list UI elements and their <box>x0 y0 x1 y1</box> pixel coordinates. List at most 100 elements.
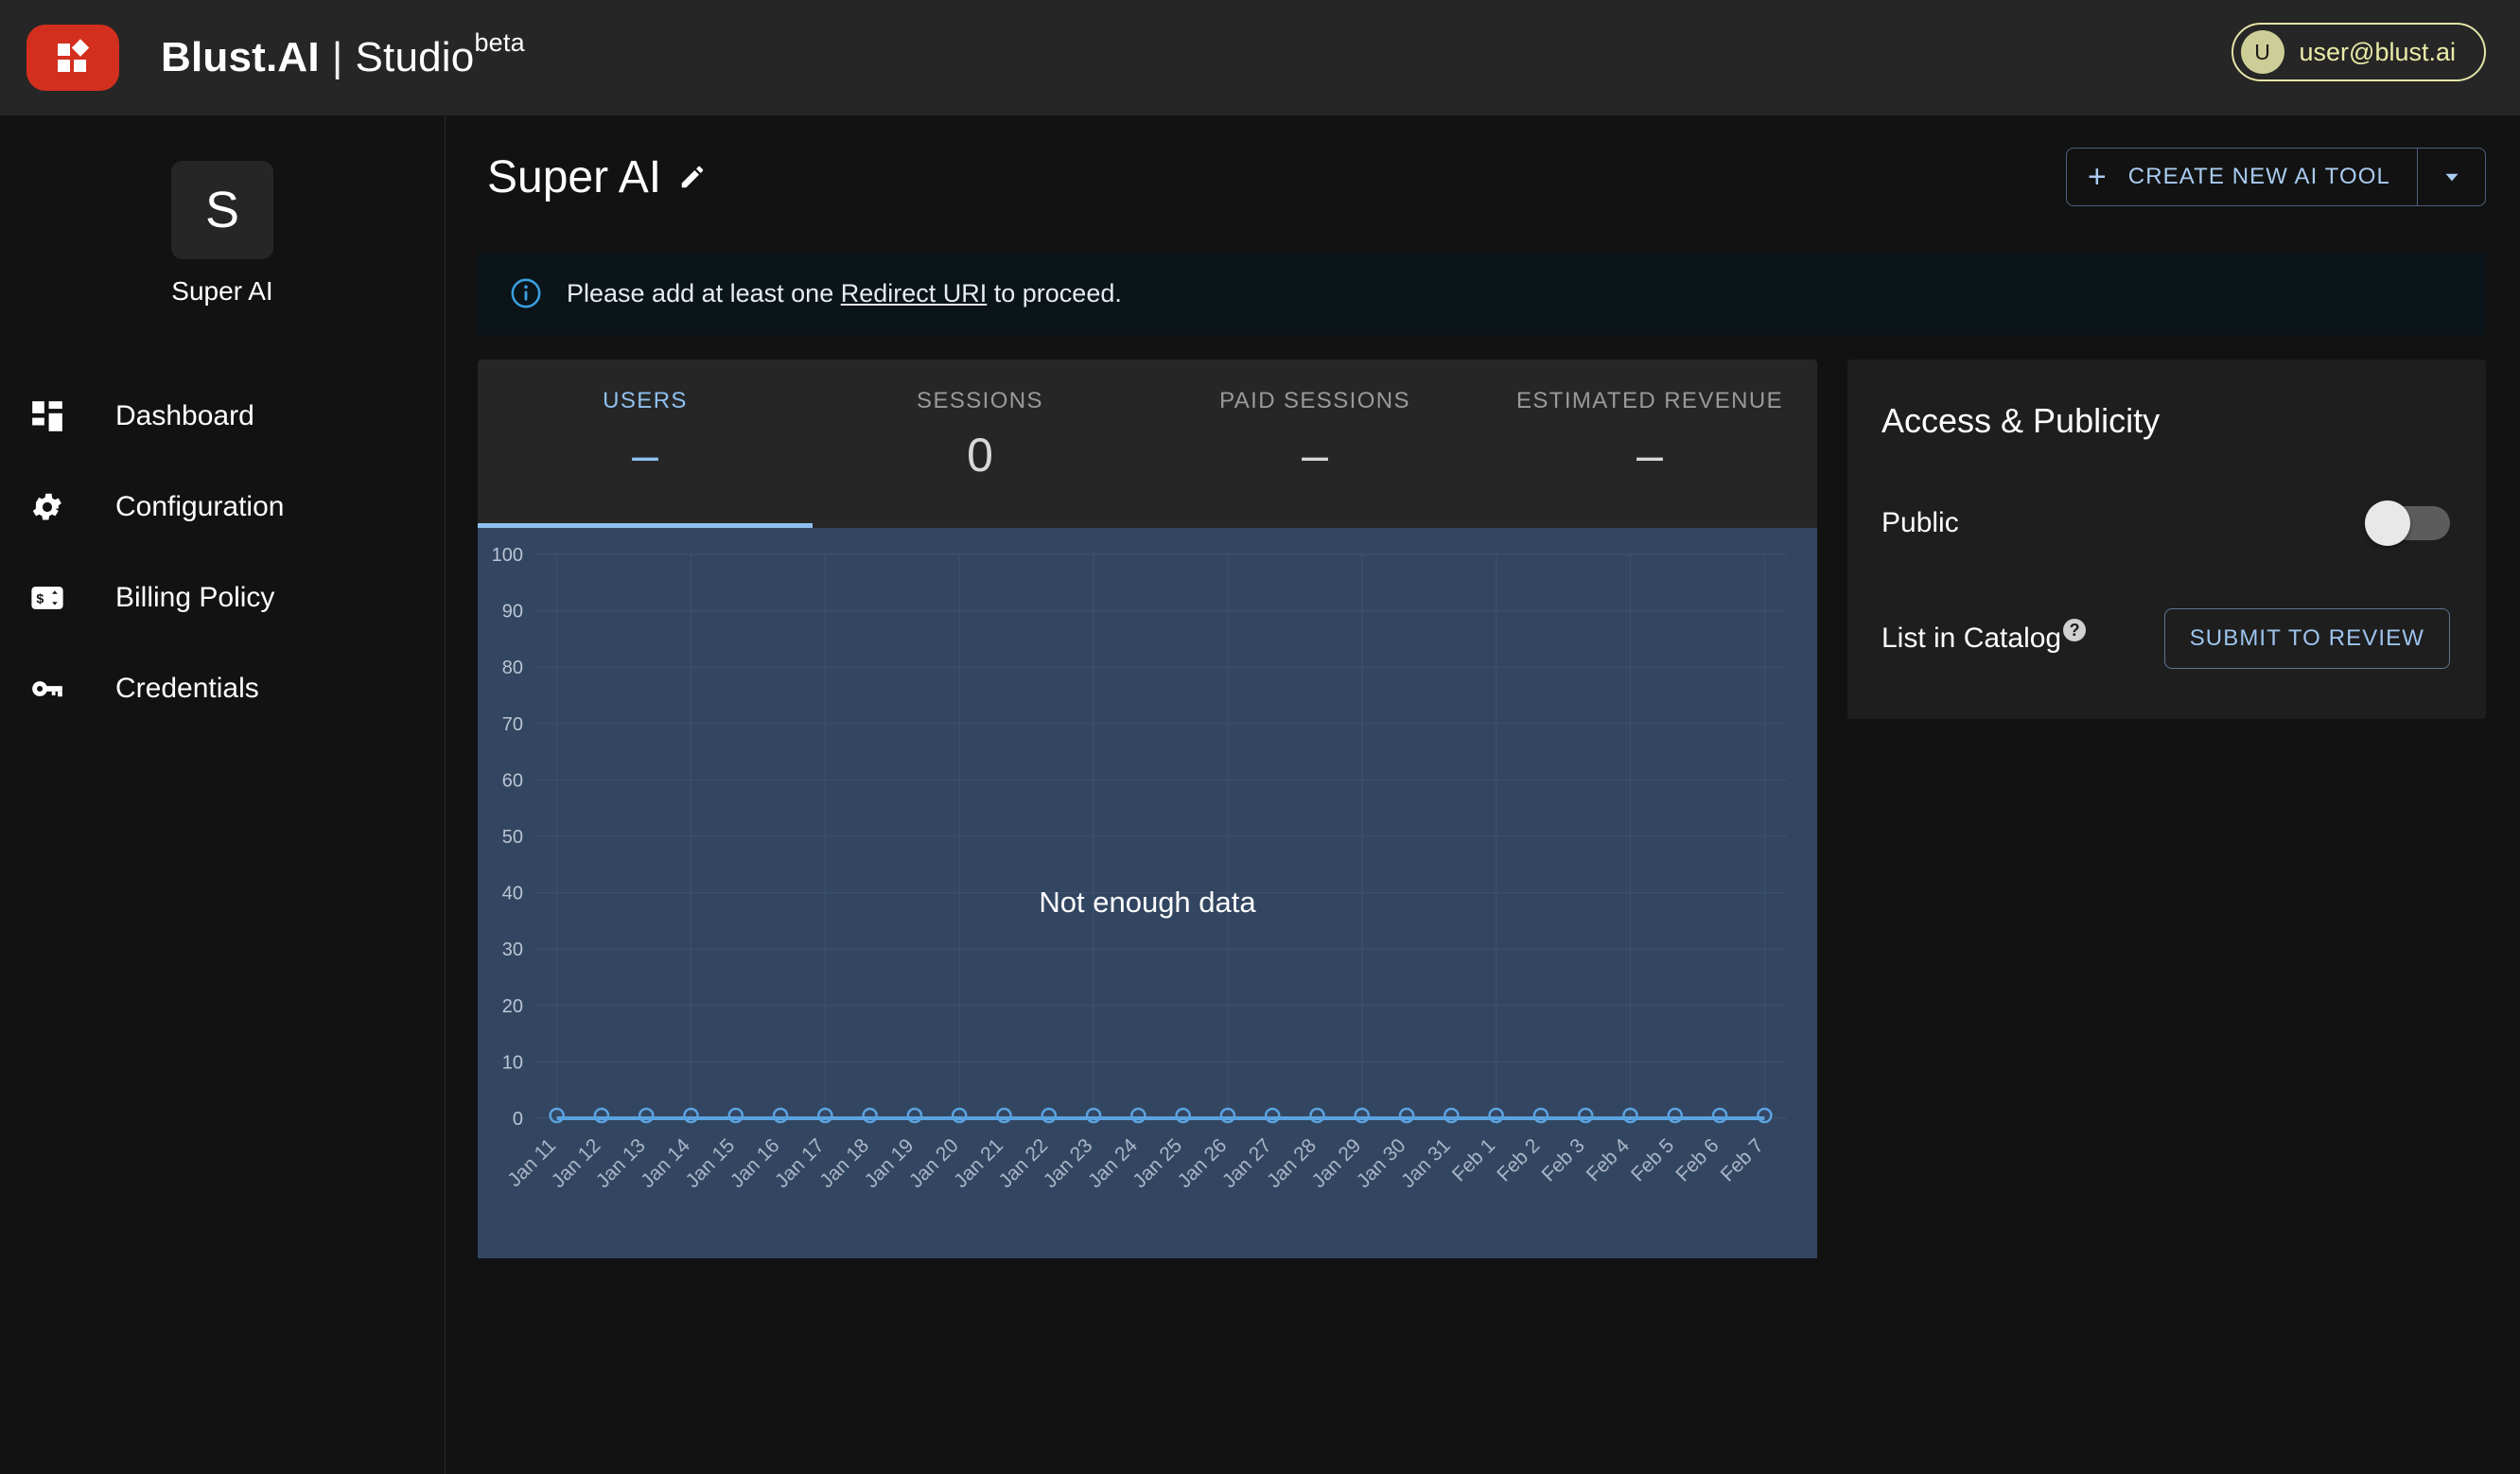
svg-text:Jan 13: Jan 13 <box>592 1134 650 1192</box>
key-icon <box>26 668 68 710</box>
svg-text:Jan 28: Jan 28 <box>1263 1134 1321 1192</box>
app-layout: S Super AI Dashboard Configuration $ Bil… <box>0 115 2520 1474</box>
svg-text:30: 30 <box>502 939 523 960</box>
catalog-label-text: List in Catalog <box>1881 623 2062 654</box>
create-new-ai-tool-label: CREATE NEW AI TOOL <box>2127 164 2390 189</box>
svg-text:90: 90 <box>502 602 523 623</box>
sidebar-item-configuration[interactable]: Configuration <box>0 462 445 553</box>
svg-text:Jan 20: Jan 20 <box>905 1134 963 1192</box>
tab-sessions[interactable]: SESSIONS 0 <box>813 360 1147 528</box>
sidebar-nav: Dashboard Configuration $ Billing Policy… <box>0 371 445 734</box>
sidebar-item-label: Dashboard <box>115 400 254 431</box>
side-column: Access & Publicity Public List in Catalo… <box>1847 360 2486 1258</box>
chevron-down-icon[interactable] <box>2417 149 2485 205</box>
svg-text:Jan 19: Jan 19 <box>861 1134 919 1192</box>
dashboard-grid-icon <box>26 395 68 437</box>
svg-text:10: 10 <box>502 1052 523 1073</box>
access-publicity-panel: Access & Publicity Public List in Catalo… <box>1847 360 2486 719</box>
svg-text:Jan 21: Jan 21 <box>950 1134 1007 1192</box>
svg-text:100: 100 <box>492 545 523 566</box>
top-bar: Blust.AI | Studio beta U user@blust.ai <box>0 0 2520 115</box>
tab-value: 0 <box>967 429 993 482</box>
info-circle-icon <box>510 277 542 309</box>
svg-text:Jan 24: Jan 24 <box>1084 1134 1142 1192</box>
submit-to-review-label: SUBMIT TO REVIEW <box>2189 625 2424 651</box>
public-row: Public <box>1881 490 2450 556</box>
list-in-catalog-label: List in Catalog ? <box>1881 619 2087 655</box>
user-email-label: user@blust.ai <box>2299 37 2456 66</box>
svg-text:Jan 25: Jan 25 <box>1129 1134 1186 1192</box>
sidebar-item-label: Credentials <box>115 673 259 704</box>
svg-text:50: 50 <box>502 827 523 848</box>
sidebar-item-label: Billing Policy <box>115 582 275 613</box>
brand-beta-badge: beta <box>474 28 525 57</box>
svg-text:80: 80 <box>502 658 523 678</box>
alert-text-after: to proceed. <box>987 278 1122 307</box>
pencil-icon[interactable] <box>678 163 707 191</box>
users-line-chart[interactable]: 0 10 20 30 40 50 60 70 80 90 100 Jan 11 Jan 12 Jan 13… <box>478 528 1817 1258</box>
svg-text:Jan 26: Jan 26 <box>1174 1134 1232 1192</box>
sidebar-item-credentials[interactable]: Credentials <box>0 643 445 734</box>
brand-separator: | <box>331 34 343 80</box>
redirect-uri-alert: Please add at least one Redirect URI to … <box>478 252 2486 335</box>
svg-text:40: 40 <box>502 884 523 904</box>
create-new-ai-tool-button[interactable]: + CREATE NEW AI TOOL <box>2067 149 2417 205</box>
gear-icon <box>26 486 68 528</box>
submit-to-review-button[interactable]: SUBMIT TO REVIEW <box>2163 608 2450 669</box>
panel-title: Access & Publicity <box>1881 401 2161 440</box>
brand-title: Blust.AI | Studio beta <box>161 30 525 81</box>
alert-message: Please add at least one Redirect URI to … <box>567 279 1122 308</box>
svg-text:20: 20 <box>502 996 523 1017</box>
svg-text:$: $ <box>36 592 44 607</box>
avatar: U <box>2240 30 2284 74</box>
toggle-knob <box>2365 500 2410 546</box>
svg-text:Feb 2: Feb 2 <box>1493 1134 1544 1185</box>
brand-name: Blust.AI <box>161 34 320 80</box>
tab-paid-sessions[interactable]: PAID SESSIONS – <box>1147 360 1482 528</box>
sidebar-item-billing-policy[interactable]: $ Billing Policy <box>0 553 445 643</box>
app-avatar: S <box>171 161 273 259</box>
svg-text:Jan 27: Jan 27 <box>1218 1134 1276 1192</box>
app-name-label: Super AI <box>171 276 273 306</box>
create-new-ai-tool-group: + CREATE NEW AI TOOL <box>2065 148 2486 206</box>
svg-text:Feb 7: Feb 7 <box>1717 1134 1768 1185</box>
alert-text-before: Please add at least one <box>567 278 841 307</box>
svg-text:Feb 3: Feb 3 <box>1538 1134 1589 1185</box>
brand-product: Studio <box>355 34 475 80</box>
tab-label: ESTIMATED REVENUE <box>1515 388 1784 413</box>
svg-text:0: 0 <box>513 1109 523 1130</box>
svg-text:Jan 14: Jan 14 <box>637 1134 694 1192</box>
plus-icon: + <box>2087 159 2108 195</box>
stats-tab-strip: USERS – SESSIONS 0 PAID SESSIONS – ESTIM… <box>478 360 1817 528</box>
svg-text:Jan 17: Jan 17 <box>771 1134 829 1192</box>
svg-text:Feb 5: Feb 5 <box>1627 1134 1678 1185</box>
svg-text:Jan 22: Jan 22 <box>994 1134 1052 1192</box>
svg-text:Feb 4: Feb 4 <box>1583 1134 1634 1185</box>
chart-canvas: 0 10 20 30 40 50 60 70 80 90 100 Jan 11Jan 12Jan 13… <box>492 545 1787 1192</box>
tab-label: PAID SESSIONS <box>1219 388 1410 413</box>
user-account-chip[interactable]: U user@blust.ai <box>2231 23 2486 81</box>
svg-text:Jan 18: Jan 18 <box>815 1134 873 1192</box>
svg-text:Jan 16: Jan 16 <box>726 1134 784 1192</box>
tab-users[interactable]: USERS – <box>478 360 813 528</box>
page-title: Super AI <box>487 151 662 202</box>
public-toggle[interactable] <box>2365 500 2450 546</box>
svg-text:Feb 6: Feb 6 <box>1671 1134 1723 1185</box>
sidebar-app-header[interactable]: S Super AI <box>0 161 445 307</box>
stats-card: USERS – SESSIONS 0 PAID SESSIONS – ESTIM… <box>478 360 1817 1258</box>
analytics-column: USERS – SESSIONS 0 PAID SESSIONS – ESTIM… <box>478 360 1817 1258</box>
sidebar-item-dashboard[interactable]: Dashboard <box>0 371 445 462</box>
tab-value: – <box>632 429 658 482</box>
svg-text:Jan 30: Jan 30 <box>1353 1134 1410 1192</box>
tab-estimated-revenue[interactable]: ESTIMATED REVENUE – <box>1482 360 1817 528</box>
blust-logo-icon[interactable] <box>26 25 119 91</box>
tab-label: SESSIONS <box>917 388 1043 413</box>
page-header: Super AI + CREATE NEW AI TOOL <box>478 115 2486 238</box>
sidebar-item-label: Configuration <box>115 491 285 522</box>
tab-value: – <box>1302 429 1328 482</box>
public-label: Public <box>1881 507 1959 538</box>
main-content: Super AI + CREATE NEW AI TOOL Please add… <box>446 115 2520 1474</box>
svg-text:Jan 11: Jan 11 <box>503 1134 560 1191</box>
redirect-uri-link[interactable]: Redirect URI <box>841 279 988 307</box>
help-circle-icon[interactable]: ? <box>2063 619 2087 641</box>
